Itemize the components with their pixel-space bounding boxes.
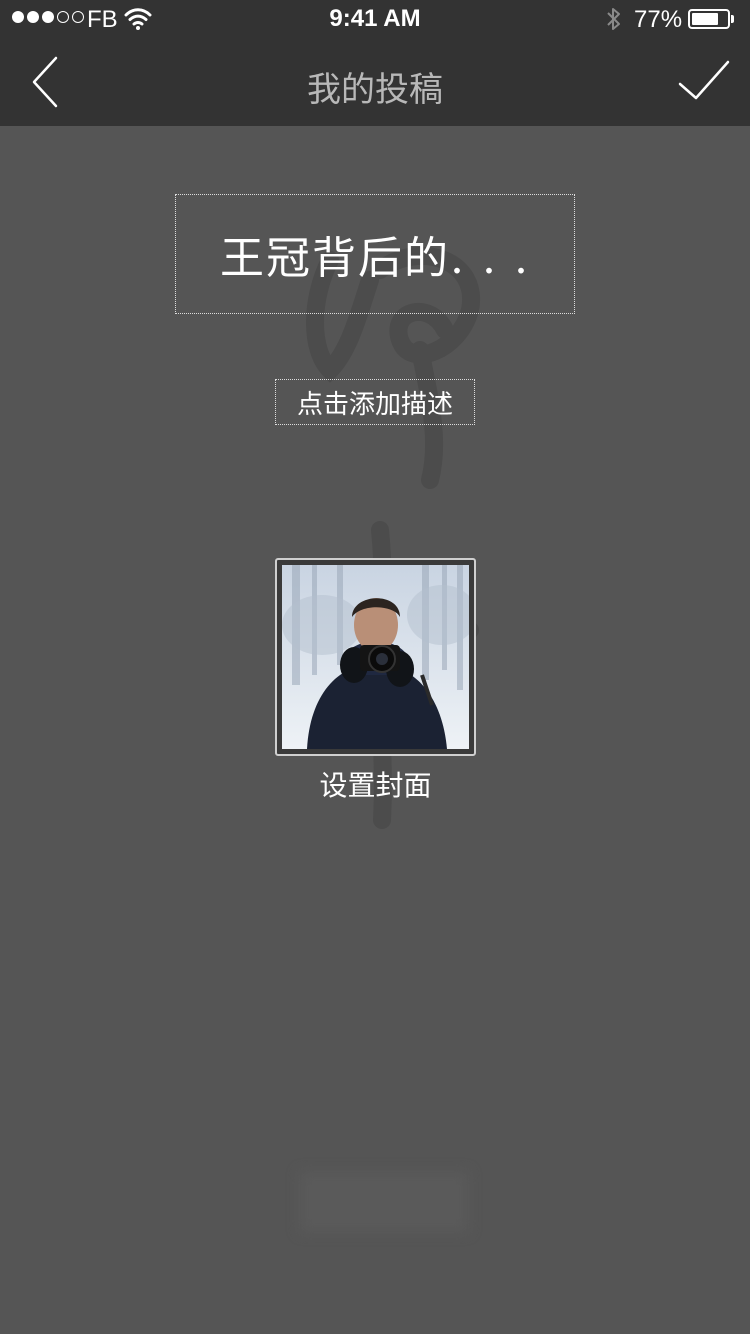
title-input[interactable]: 王冠背后的. . . (175, 194, 575, 314)
bluetooth-icon (607, 8, 620, 30)
battery-percentage: 77% (634, 6, 683, 33)
navigation-bar: 我的投稿 (0, 40, 750, 126)
battery-icon (688, 9, 730, 29)
cover-image-button[interactable] (275, 558, 476, 756)
description-input[interactable]: 点击添加描述 (275, 379, 475, 425)
status-bar: FB 9:41 AM 77% (0, 0, 750, 40)
battery-level-fill (692, 13, 718, 25)
confirm-button[interactable] (676, 58, 732, 104)
set-cover-label[interactable]: 设置封面 (275, 764, 476, 804)
checkmark-icon (678, 60, 730, 100)
page-title: 我的投稿 (307, 70, 443, 110)
screen: FB 9:41 AM 77% 我的投稿 王冠背后的. . . 点击添加描述 设置… (0, 0, 750, 1334)
battery-tip (731, 15, 734, 23)
background-smudge (300, 1172, 468, 1232)
cover-photo-thumbnail (282, 565, 469, 749)
